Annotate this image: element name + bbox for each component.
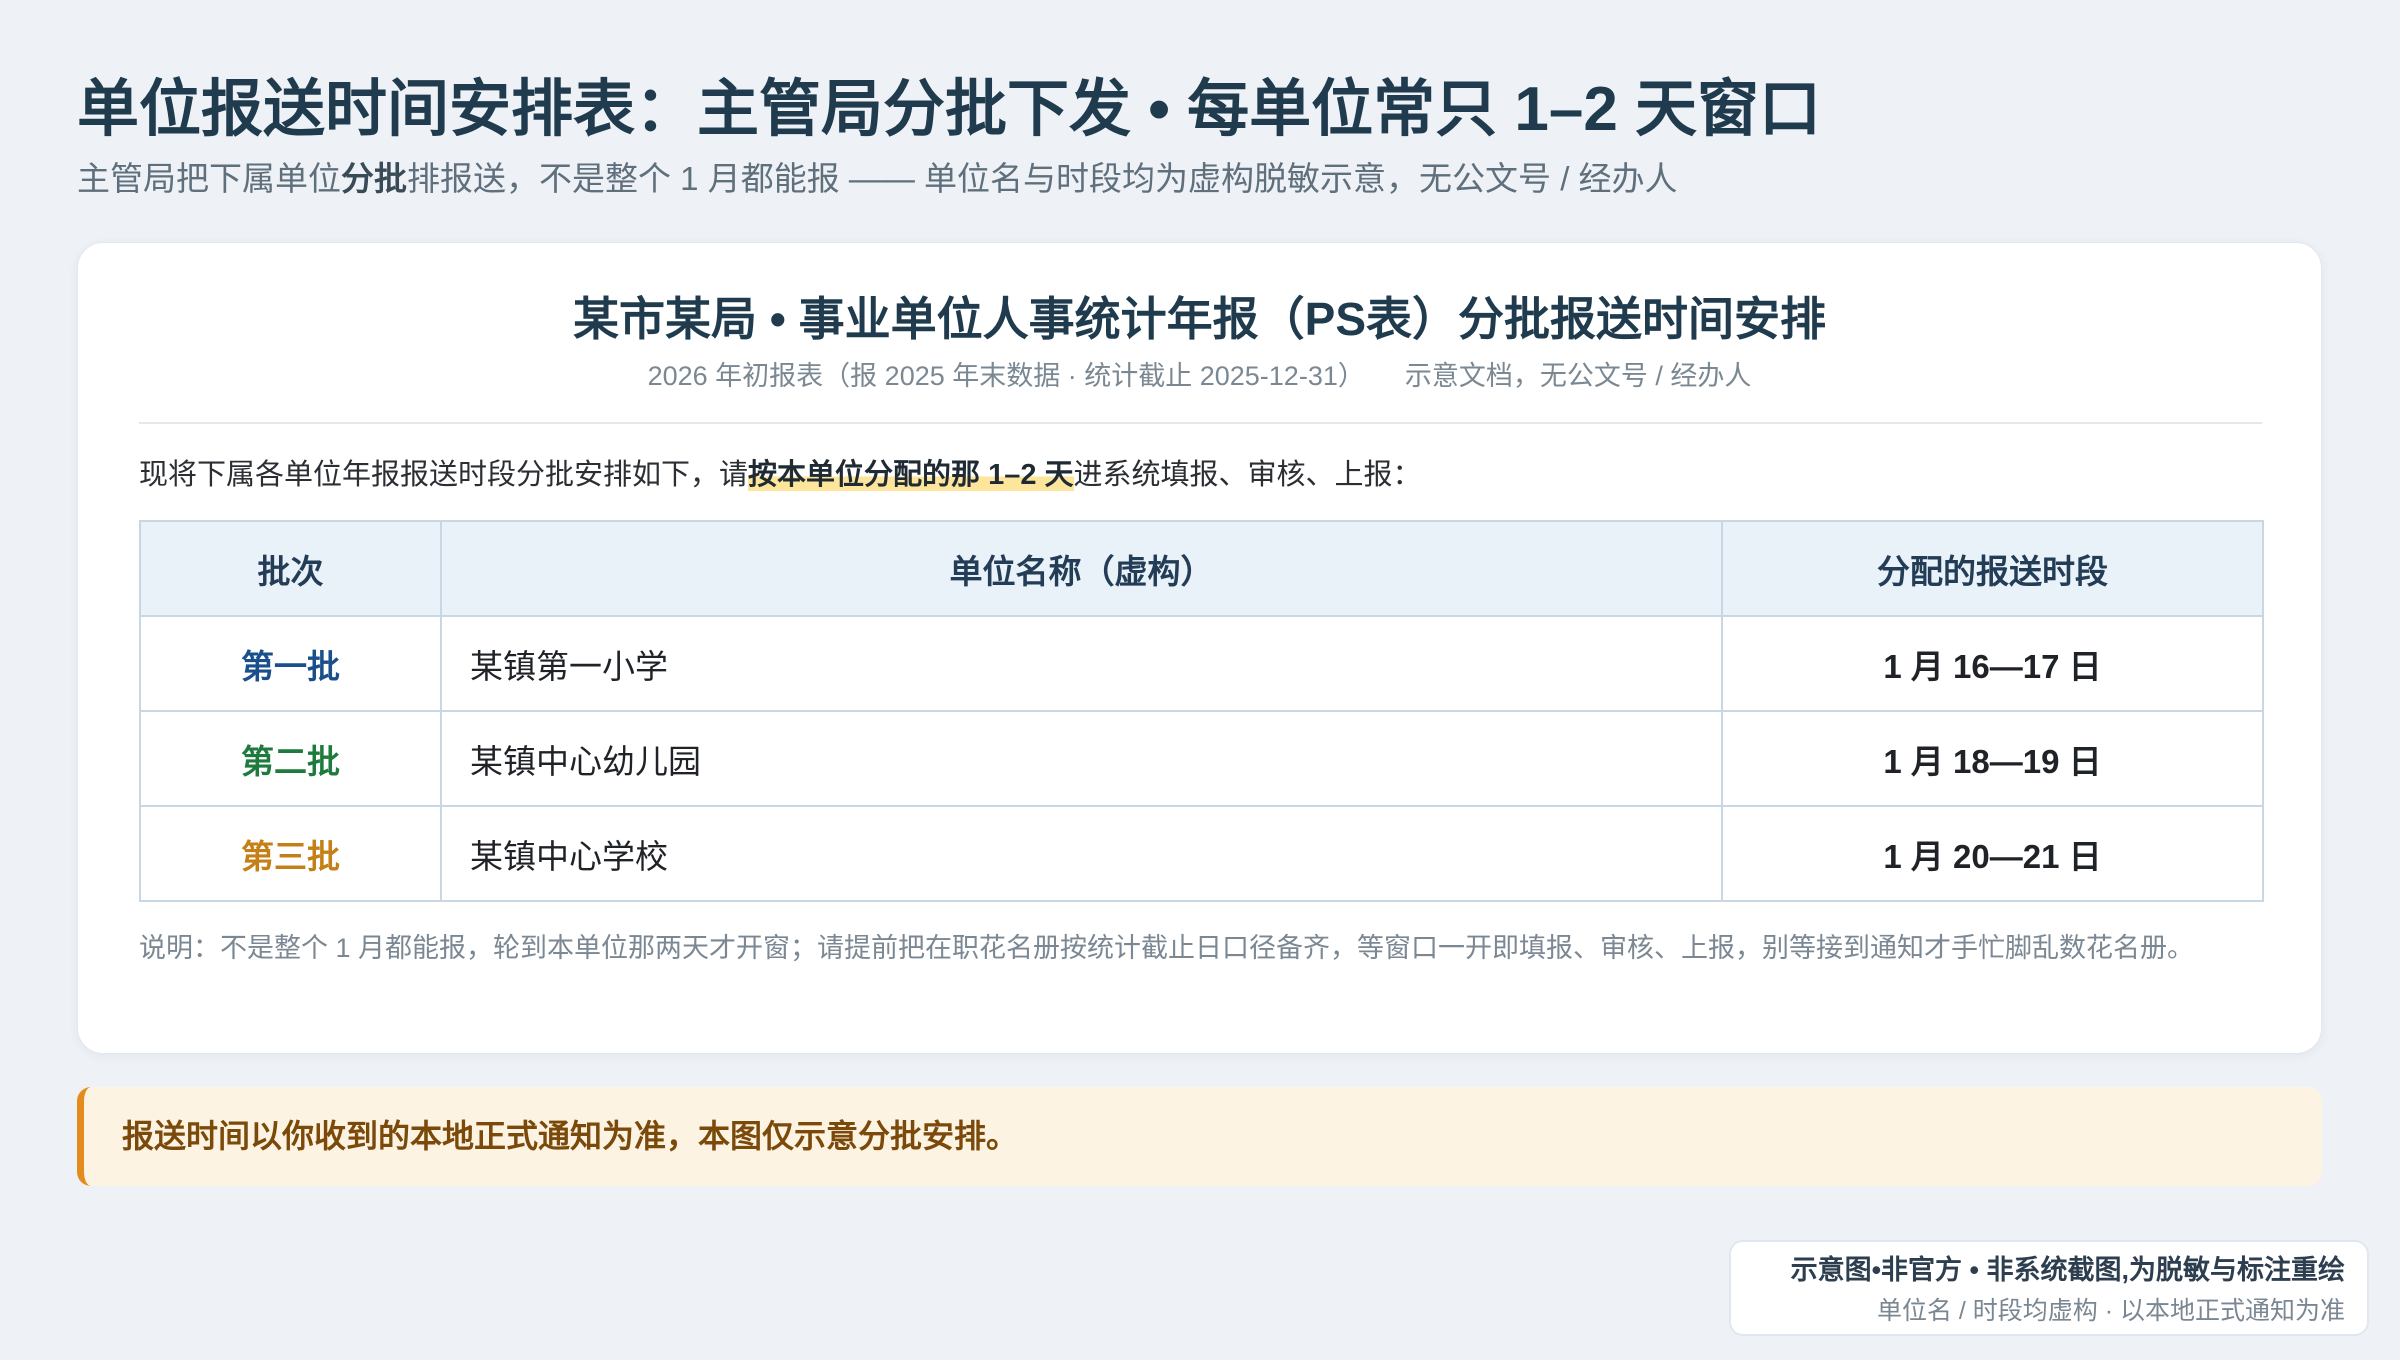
card-divider bbox=[139, 422, 2262, 424]
subtitle-text-post: 排报送，不是整个 1 月都能报 —— 单位名与时段均为虚构脱敏示意，无公文号 /… bbox=[407, 160, 1678, 197]
batch-cell: 第三批 bbox=[139, 805, 442, 902]
notice-banner: 报送时间以你收到的本地正式通知为准，本图仅示意分批安排。 bbox=[77, 1087, 2322, 1186]
period-cell: 1 月 20—21 日 bbox=[1721, 805, 2264, 902]
page-subtitle: 主管局把下属单位分批排报送，不是整个 1 月都能报 —— 单位名与时段均为虚构脱… bbox=[77, 157, 1678, 201]
card-meta: 2026 年初报表（报 2025 年末数据 · 统计截止 2025-12-31）… bbox=[78, 358, 2321, 394]
schedule-table: 批次 单位名称（虚构） 分配的报送时段 第一批 某镇第一小学 1 月 16—17… bbox=[139, 520, 2264, 902]
explanation-note: 说明：不是整个 1 月都能报，轮到本单位那两天才开窗；请提前把在职花名册按统计截… bbox=[139, 933, 2195, 963]
batch-cell: 第二批 bbox=[139, 710, 442, 807]
disclaimer-badge: 示意图•非官方 • 非系统截图,为脱敏与标注重绘 单位名 / 时段均虚构 · 以… bbox=[1729, 1240, 2369, 1336]
column-header-batch: 批次 bbox=[139, 520, 442, 617]
period-cell: 1 月 18—19 日 bbox=[1721, 710, 2264, 807]
table-header-row: 批次 单位名称（虚构） 分配的报送时段 bbox=[139, 520, 2264, 617]
period-cell: 1 月 16—17 日 bbox=[1721, 615, 2264, 712]
intro-text: 现将下属各单位年报报送时段分批安排如下，请按本单位分配的那 1–2 天进系统填报… bbox=[139, 455, 1422, 495]
schedule-card: 某市某局 • 事业单位人事统计年报（PS表）分批报送时间安排 2026 年初报表… bbox=[77, 242, 2322, 1054]
subtitle-text-bold: 分批 bbox=[341, 160, 407, 197]
unit-cell: 某镇中心学校 bbox=[440, 805, 1723, 902]
table-row: 第三批 某镇中心学校 1 月 20—21 日 bbox=[139, 805, 2264, 902]
intro-highlight: 按本单位分配的那 1–2 天 bbox=[748, 459, 1074, 491]
card-meta-disclaimer: 示意文档，无公文号 / 经办人 bbox=[1404, 361, 1752, 391]
subtitle-text-pre: 主管局把下属单位 bbox=[77, 160, 341, 197]
intro-text-pre: 现将下属各单位年报报送时段分批安排如下，请 bbox=[139, 459, 749, 491]
column-header-unit: 单位名称（虚构） bbox=[440, 520, 1723, 617]
intro-text-post: 进系统填报、审核、上报： bbox=[1073, 459, 1422, 491]
disclaimer-badge-title: 示意图•非官方 • 非系统截图,为脱敏与标注重绘 bbox=[1790, 1255, 2345, 1285]
batch-cell: 第一批 bbox=[139, 615, 442, 712]
page-title: 单位报送时间安排表：主管局分批下发 • 每单位常只 1–2 天窗口 bbox=[77, 75, 1822, 144]
unit-cell: 某镇中心幼儿园 bbox=[440, 710, 1723, 807]
table-row: 第一批 某镇第一小学 1 月 16—17 日 bbox=[139, 615, 2264, 712]
disclaimer-badge-subtitle: 单位名 / 时段均虚构 · 以本地正式通知为准 bbox=[1876, 1297, 2345, 1325]
card-meta-period: 2026 年初报表（报 2025 年末数据 · 统计截止 2025-12-31） bbox=[647, 361, 1365, 391]
unit-cell: 某镇第一小学 bbox=[440, 615, 1723, 712]
card-title: 某市某局 • 事业单位人事统计年报（PS表）分批报送时间安排 bbox=[572, 293, 1827, 345]
table-row: 第二批 某镇中心幼儿园 1 月 18—19 日 bbox=[139, 710, 2264, 807]
column-header-period: 分配的报送时段 bbox=[1721, 520, 2264, 617]
